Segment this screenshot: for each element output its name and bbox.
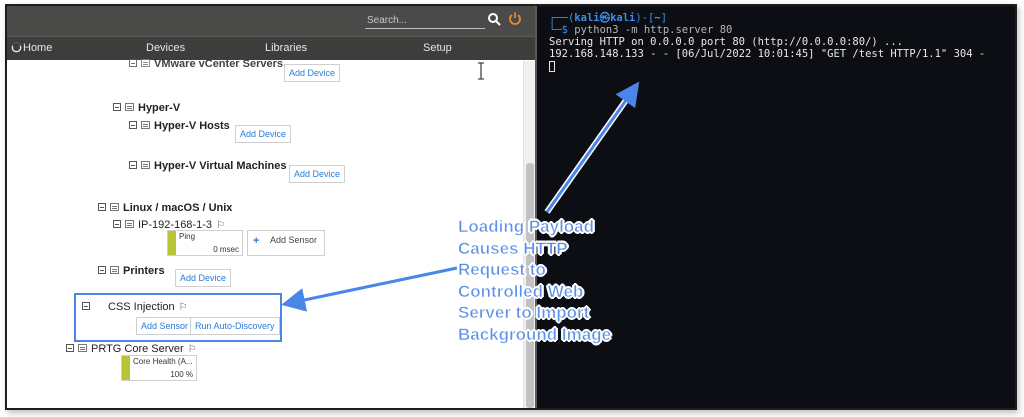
- collapse-toggle-icon[interactable]: [113, 103, 121, 111]
- collapse-toggle-icon[interactable]: [66, 344, 74, 352]
- group-icon: [110, 203, 119, 211]
- sensor-name: Core Health (A...: [133, 357, 193, 366]
- add-sensor-tile[interactable]: + Add Sensor: [247, 230, 325, 256]
- sensor-status-bar: [122, 356, 130, 380]
- terminal-prompt-line: ┌──(kali㉿kali)-[~]: [549, 12, 668, 24]
- annotation-callout: Loading Payload Causes HTTP Request to C…: [458, 216, 658, 345]
- callout-line: Request to: [458, 260, 546, 280]
- add-device-button[interactable]: Add Device: [284, 64, 341, 82]
- search-icon[interactable]: [487, 12, 501, 26]
- terminal-cursor: [549, 61, 555, 73]
- screenshot-frame: Search... Home Devices Libraries Setup V…: [5, 4, 1017, 410]
- add-sensor-label: Add Sensor: [270, 235, 318, 245]
- sensor-value: 100 %: [170, 370, 193, 379]
- top-bar: Search...: [7, 6, 535, 36]
- group-icon: [141, 59, 150, 67]
- device-icon: [78, 344, 87, 352]
- group-icon: [141, 121, 150, 129]
- home-icon: [11, 42, 22, 53]
- add-device-button[interactable]: Add Device: [289, 165, 346, 183]
- nav-home[interactable]: Home: [23, 41, 52, 55]
- tree-node-hyperv-vms[interactable]: Hyper-V Virtual Machines: [129, 159, 286, 173]
- collapse-toggle-icon[interactable]: [129, 161, 137, 169]
- device-icon: [125, 220, 134, 228]
- collapse-toggle-icon[interactable]: [98, 203, 106, 211]
- search-input[interactable]: Search...: [365, 13, 485, 29]
- terminal-output-request: 192.168.148.133 - - [06/Jul/2022 10:01:4…: [549, 48, 986, 60]
- plus-icon: +: [253, 235, 260, 247]
- tree-node-hyperv-hosts[interactable]: Hyper-V Hosts: [129, 119, 230, 133]
- collapse-toggle-icon[interactable]: [129, 121, 137, 129]
- terminal-command-line: └─$ python3 -m http.server 80: [549, 24, 733, 36]
- group-icon: [110, 266, 119, 274]
- group-icon: [125, 103, 134, 111]
- tree-node-hyperv[interactable]: Hyper-V: [113, 101, 180, 115]
- add-device-button[interactable]: Add Device: [235, 125, 292, 143]
- collapse-toggle-icon[interactable]: [129, 59, 137, 67]
- css-injection-highlight-box: [74, 293, 282, 342]
- sensor-ping[interactable]: Ping 0 msec: [167, 230, 243, 256]
- power-icon[interactable]: [508, 11, 522, 25]
- device-tree: VMware vCenter Servers Add Device Hyper-…: [7, 58, 523, 408]
- add-device-button[interactable]: Add Device: [175, 269, 232, 287]
- callout-line: Loading Payload: [458, 217, 595, 237]
- callout-line: Controlled Web: [458, 281, 584, 301]
- nav-setup[interactable]: Setup: [423, 41, 452, 55]
- terminal-pane[interactable]: ┌──(kali㉿kali)-[~] └─$ python3 -m http.s…: [537, 6, 1015, 408]
- nav-libraries[interactable]: Libraries: [265, 41, 307, 55]
- collapse-toggle-icon[interactable]: [113, 220, 121, 228]
- tree-node-printers[interactable]: Printers: [98, 264, 165, 278]
- tree-node-linux[interactable]: Linux / macOS / Unix: [98, 201, 232, 215]
- nav-devices[interactable]: Devices: [146, 41, 185, 55]
- sensor-core-health[interactable]: Core Health (A... 100 %: [121, 355, 197, 381]
- terminal-output-serving: Serving HTTP on 0.0.0.0 port 80 (http://…: [549, 36, 904, 48]
- prtg-pane: Search... Home Devices Libraries Setup V…: [7, 6, 535, 408]
- sensor-value: 0 msec: [213, 245, 239, 254]
- sensor-status-bar: [168, 231, 176, 255]
- callout-line: Server to Import: [458, 303, 590, 323]
- callout-line: Causes HTTP: [458, 238, 568, 258]
- collapse-toggle-icon[interactable]: [98, 266, 106, 274]
- group-icon: [141, 161, 150, 169]
- tree-node-vmware-vcenter[interactable]: VMware vCenter Servers: [129, 57, 283, 71]
- callout-line: Background Image: [458, 324, 612, 344]
- sensor-name: Ping: [179, 232, 196, 241]
